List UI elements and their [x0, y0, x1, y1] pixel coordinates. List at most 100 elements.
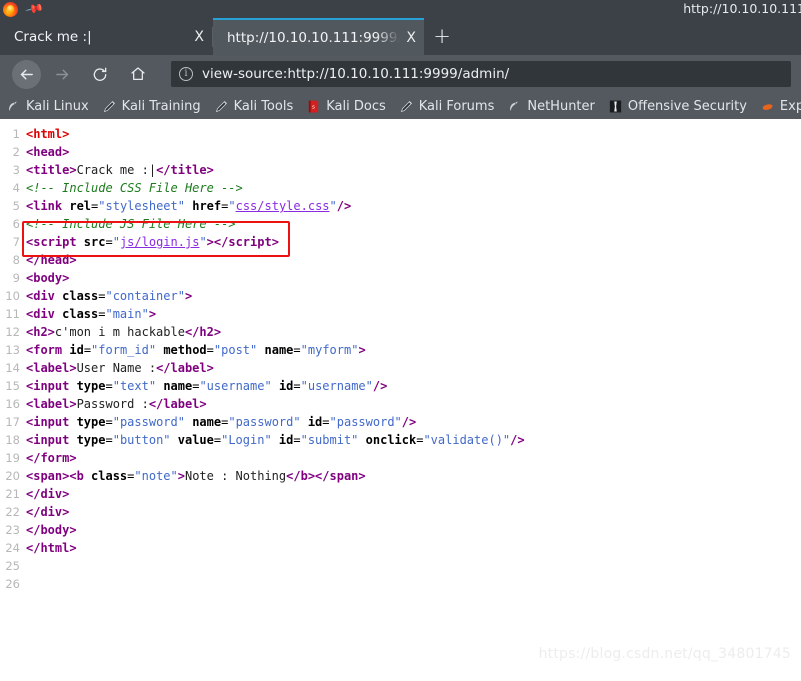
code-token: id	[69, 343, 84, 357]
line-number: 13	[5, 343, 20, 357]
tab-close-icon[interactable]: X	[194, 30, 204, 44]
source-link[interactable]: css/style.css	[236, 199, 330, 213]
line-number: 6	[12, 217, 20, 231]
code-text: <title>Crack me :|</title>	[26, 161, 214, 179]
line-number: 9	[12, 271, 20, 285]
code-token: "submit"	[300, 433, 359, 447]
url-bar[interactable]: i view-source:http://10.10.10.111:9999/a…	[171, 61, 791, 87]
reload-icon[interactable]	[85, 59, 115, 89]
code-token: class	[62, 289, 99, 303]
code-text: <label>User Name :</label>	[26, 359, 214, 377]
new-tab-button[interactable]: +	[424, 18, 460, 55]
code-token: Password :	[76, 397, 149, 411]
code-token: User Name :	[76, 361, 157, 375]
code-token: "container"	[105, 289, 185, 303]
code-line: 11 <div class="main">	[0, 305, 801, 323]
code-token: rel	[69, 199, 92, 213]
line-number: 25	[5, 559, 20, 573]
code-token: =	[105, 433, 113, 447]
code-token: "	[112, 235, 120, 249]
pen-tool-icon	[400, 100, 412, 112]
code-token: "stylesheet"	[98, 199, 185, 213]
code-token: type	[76, 415, 106, 429]
code-text: <span><b class="note">Note : Nothing</b>…	[26, 467, 366, 485]
code-token: </title>	[156, 163, 214, 177]
code-line: 15 <input type="text" name="username" id=…	[0, 377, 801, 395]
line-number: 24	[5, 541, 20, 555]
code-token: </head>	[26, 253, 77, 267]
line-number: 5	[12, 199, 20, 213]
code-token: "password"	[329, 415, 402, 429]
code-token: <script	[26, 235, 84, 249]
bookmark-label: Offensive Security	[627, 98, 747, 114]
code-line: 4 <!-- Include CSS File Here -->	[0, 179, 801, 197]
code-text: <script src="js/login.js"></script>	[26, 233, 279, 251]
bookmark-label: NetHunter	[527, 98, 595, 114]
code-line: 23 </body>	[0, 521, 801, 539]
code-token: >	[184, 289, 193, 303]
code-line: 5 <link rel="stylesheet" href="css/style.…	[0, 197, 801, 215]
forward-arrow-icon[interactable]	[47, 59, 77, 89]
browser-tab-view-source[interactable]: http://10.10.10.111:9999/admin/ X	[213, 18, 424, 55]
code-text: </form>	[26, 449, 77, 467]
code-token: <!-- Include CSS File Here -->	[26, 181, 243, 195]
code-token: </label>	[148, 397, 207, 411]
line-number: 26	[5, 577, 20, 591]
bookmark-kali-tools[interactable]: Kali Tools	[214, 99, 293, 114]
code-text: <head>	[26, 143, 69, 161]
code-token: id	[278, 433, 294, 447]
line-number: 15	[5, 379, 20, 393]
bookmark-kali-docs[interactable]: s Kali Docs	[306, 99, 386, 114]
bookmark-kali-forums[interactable]: Kali Forums	[399, 99, 494, 114]
bookmark-exploit-db[interactable]: Exploit-DB	[760, 99, 801, 114]
kali-dragon-icon	[9, 101, 17, 111]
code-token: ></script>	[206, 235, 279, 249]
code-token: <div	[26, 289, 63, 303]
source-link[interactable]: js/login.js	[120, 235, 199, 249]
code-text: </html>	[26, 539, 77, 557]
bookmark-kali-training[interactable]: Kali Training	[102, 99, 201, 114]
code-line: 14 <label>User Name :</label>	[0, 359, 801, 377]
code-token: <div	[26, 307, 63, 321]
code-token: =	[83, 343, 92, 357]
pin-icon[interactable]: 📌	[24, 0, 44, 19]
code-token: "	[329, 199, 337, 213]
code-line: 19 </form>	[0, 449, 801, 467]
back-arrow-icon[interactable]	[12, 59, 41, 89]
code-token: <label>	[26, 361, 77, 375]
code-token: =	[105, 235, 113, 249]
tab-close-icon[interactable]: X	[406, 31, 416, 45]
code-token: />	[401, 415, 417, 429]
view-source-content: 1 <html> 2 <head> 3 <title>Crack me :|</title…	[0, 119, 801, 681]
code-text: <body>	[26, 269, 69, 287]
url-text: view-source:http://10.10.10.111:9999/adm…	[202, 66, 510, 82]
code-text: <input type="text" name="username" id="u…	[26, 377, 387, 395]
code-line: 21 </div>	[0, 485, 801, 503]
code-text: </body>	[26, 521, 77, 539]
bookmark-nethunter[interactable]: NetHunter	[507, 99, 595, 114]
code-token: "text"	[112, 379, 157, 393]
line-number: 2	[12, 145, 20, 159]
code-token: </h2>	[184, 325, 222, 339]
code-token: <title>	[26, 163, 77, 177]
code-token: =	[293, 433, 301, 447]
bookmark-offensive-security[interactable]: Offensive Security	[608, 99, 747, 114]
tab-label: http://10.10.10.111:9999/admin/	[227, 29, 400, 46]
bookmark-kali-linux[interactable]: Kali Linux	[6, 99, 89, 114]
code-token: "note"	[134, 469, 178, 483]
home-icon[interactable]	[123, 59, 153, 89]
code-line: 20 <span><b class="note">Note : Nothing</…	[0, 467, 801, 485]
line-number: 14	[5, 361, 20, 375]
code-token: "myform"	[300, 343, 359, 357]
browser-tab-crack-me[interactable]: Crack me :| X	[0, 18, 212, 55]
code-token: "	[199, 235, 207, 249]
code-token: name	[163, 379, 193, 393]
info-circle-icon[interactable]: i	[179, 67, 193, 81]
line-number: 20	[5, 469, 20, 483]
bookmark-label: Kali Training	[121, 98, 201, 114]
code-token: </body>	[26, 523, 77, 537]
line-number: 21	[5, 487, 20, 501]
